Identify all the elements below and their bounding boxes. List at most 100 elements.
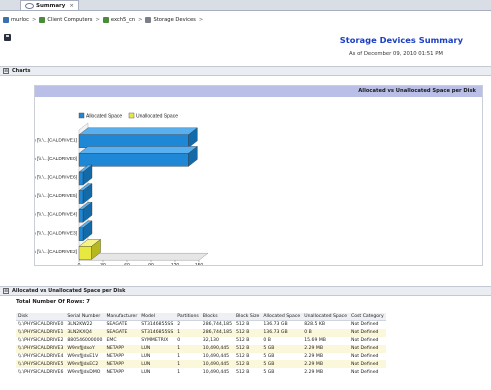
bar	[78, 209, 84, 223]
table-cell: 32,130	[200, 336, 235, 345]
computer-icon	[102, 17, 109, 23]
table-cell: 0	[175, 336, 201, 345]
table-cell: 5 GB	[261, 352, 303, 361]
category-label: exch5_cn [\\.\...[CALDRIVE5]	[35, 193, 77, 199]
table-cell: Not Defined	[349, 336, 386, 345]
table-row[interactable]: \\.\PHYSICALDRIVE1 3LN2KXQ4 SEAGATE ST31468…	[16, 328, 386, 337]
bar	[78, 246, 92, 260]
bar-chart: Allocated Space Unallocated Space exch5_cn…	[35, 112, 209, 265]
table-cell: Not Defined	[349, 368, 386, 377]
breadcrumb-item[interactable]: exch5_cn	[102, 17, 136, 23]
table-cell: 136.73 GB	[261, 328, 303, 337]
table-row[interactable]: \\.\PHYSICALDRIVE2 880546000000 EMC SYMMETR…	[16, 336, 386, 345]
category-label: exch5_cn [\\.\...[CALDRIVE2]	[35, 249, 77, 255]
table-cell: 512 B	[234, 352, 262, 361]
breadcrumb-item[interactable]: Client Computers	[39, 17, 92, 23]
bar	[78, 153, 189, 167]
table-row[interactable]: \\.\PHYSICALDRIVE0 3LN2KW22 SEAGATE ST31468…	[16, 320, 386, 329]
column-header[interactable]: Allocated Space	[261, 313, 303, 321]
table-cell: NETAPP	[104, 360, 140, 369]
table-cell: \\.\PHYSICALDRIVE4	[16, 352, 66, 361]
table-cell: 5 GB	[261, 360, 303, 369]
table-cell: LUN	[139, 360, 176, 369]
breadcrumb-separator: >	[198, 17, 204, 23]
x-tick-label: 30	[100, 263, 106, 265]
column-header[interactable]: Block Size	[234, 313, 262, 321]
table-cell: 10,490,445	[200, 360, 235, 369]
table-cell: 3LN2KW22	[65, 320, 105, 329]
table-cell: EMC	[104, 336, 140, 345]
table-row[interactable]: \\.\PHYSICALDRIVE3 W9mfJJdxoY NETAPP LUN 1 10…	[16, 344, 386, 353]
chart-title: Allocated vs Unallocated Space per Disk	[358, 88, 476, 94]
table-cell: 2.29 MB	[302, 344, 350, 353]
breadcrumb-label: Client Computers	[47, 17, 93, 23]
legend-swatch	[128, 112, 135, 119]
table-row[interactable]: \\.\PHYSICALDRIVE6 W9mfJJdxDMO NETAPP LUN 1 1…	[16, 368, 386, 377]
breadcrumb-separator: >	[31, 17, 37, 23]
table-row[interactable]: \\.\PHYSICALDRIVE4 W9mfJJdxE1V NETAPP LUN 1 1…	[16, 352, 386, 361]
table-cell: 136.73 GB	[261, 320, 303, 329]
table-cell: 1	[175, 352, 201, 361]
page-title: Storage Devices Summary	[339, 35, 463, 45]
column-header[interactable]: Unallocated Space	[302, 313, 350, 321]
bar-top	[78, 127, 198, 135]
breadcrumb-label: exch5_cn	[110, 17, 136, 23]
tab-summary[interactable]: Summary ×	[20, 0, 79, 10]
category-label: exch5_cn [\\.\...[CALDRIVE1]	[35, 137, 77, 143]
column-header[interactable]: Blocks	[200, 313, 235, 321]
column-header[interactable]: Partitions	[175, 313, 201, 321]
breadcrumb: murloc > Client Computers > exch5_cn > Storage…	[3, 15, 203, 25]
breadcrumb-item[interactable]: murloc	[3, 17, 29, 23]
charts-section-header[interactable]: ⊟ Charts	[0, 66, 491, 76]
summary-icon	[25, 2, 34, 9]
bar	[78, 171, 84, 186]
bar	[78, 134, 189, 148]
as-of-timestamp: As of December 09, 2010 01:51 PM	[349, 51, 443, 57]
table-cell: 2.29 MB	[302, 360, 350, 369]
bar	[78, 227, 84, 241]
table-cell: SEAGATE	[104, 328, 140, 337]
collapse-icon[interactable]: ⊟	[3, 288, 9, 294]
table-cell: Not Defined	[349, 320, 386, 329]
table-cell: 5 GB	[261, 344, 303, 353]
disk-table: Disk Serial Number Manufacturer Model Partit…	[16, 313, 386, 377]
tab-summary-label: Summary	[36, 2, 66, 9]
table-cell: SEAGATE	[104, 320, 140, 329]
table-cell: 2	[175, 320, 201, 329]
table-cell: 0 B	[261, 336, 303, 345]
close-tab-icon[interactable]: ×	[69, 3, 74, 9]
table-cell: W9mfJJdxDMO	[65, 368, 105, 377]
table-cell: 15.69 MB	[302, 336, 350, 345]
column-header[interactable]: Cost Category	[349, 313, 386, 321]
category-label: exch5_cn [\\.\...[CALDRIVE0]	[35, 156, 77, 162]
table-cell: 10,490,445	[200, 352, 235, 361]
x-tick-label: 90	[148, 263, 154, 265]
bar	[78, 190, 84, 204]
bar-top	[78, 146, 198, 154]
storage-devices-icon	[145, 17, 152, 23]
table-cell: 512 B	[234, 344, 262, 353]
breadcrumb-item[interactable]: Storage Devices	[145, 17, 196, 23]
chart-panel: Allocated vs Unallocated Space per Disk …	[34, 85, 483, 266]
column-header[interactable]: Disk	[16, 313, 66, 321]
column-header[interactable]: Serial Number	[65, 313, 105, 321]
collapse-icon[interactable]: ⊟	[3, 68, 9, 74]
table-cell: 1	[175, 360, 201, 369]
x-tick-label: 0	[78, 263, 81, 265]
table-cell: \\.\PHYSICALDRIVE3	[16, 344, 66, 353]
table-section-header[interactable]: ⊟ Allocated vs Unallocated Space per Dis…	[0, 286, 491, 296]
total-rows-label: Total Number Of Rows: 7	[16, 299, 90, 305]
breadcrumb-separator: >	[138, 17, 143, 23]
table-cell: ST3146855SS	[139, 320, 176, 329]
chart-title-band: Allocated vs Unallocated Space per Disk	[35, 86, 482, 97]
category-label: exch5_cn [\\.\...[CALDRIVE3]	[35, 230, 77, 236]
table-cell: \\.\PHYSICALDRIVE5	[16, 360, 66, 369]
column-header[interactable]: Model	[139, 313, 176, 321]
table-row[interactable]: \\.\PHYSICALDRIVE5 W9mfJJdxEC2 NETAPP LUN 1 1…	[16, 360, 386, 369]
table-cell: Not Defined	[349, 328, 386, 337]
column-header[interactable]: Manufacturer	[104, 313, 140, 321]
category-label: exch5_cn [\\.\...[CALDRIVE4]	[35, 212, 77, 218]
save-icon[interactable]	[4, 34, 11, 41]
table-cell: 3LN2KXQ4	[65, 328, 105, 337]
table-cell: Not Defined	[349, 360, 386, 369]
